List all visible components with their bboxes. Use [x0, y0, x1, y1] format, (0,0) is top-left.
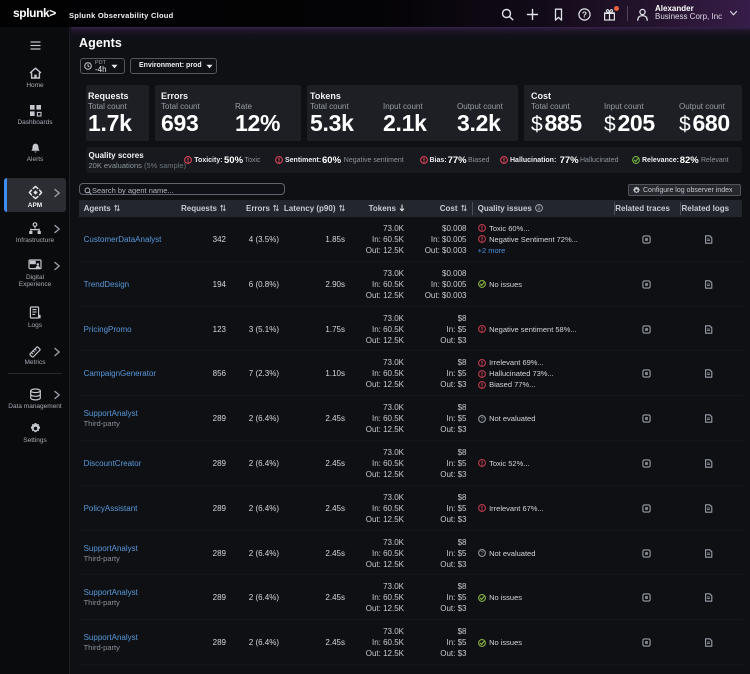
svg-text:?: ?	[480, 551, 483, 557]
svg-text:?: ?	[581, 9, 586, 19]
svg-text:?: ?	[480, 417, 483, 423]
